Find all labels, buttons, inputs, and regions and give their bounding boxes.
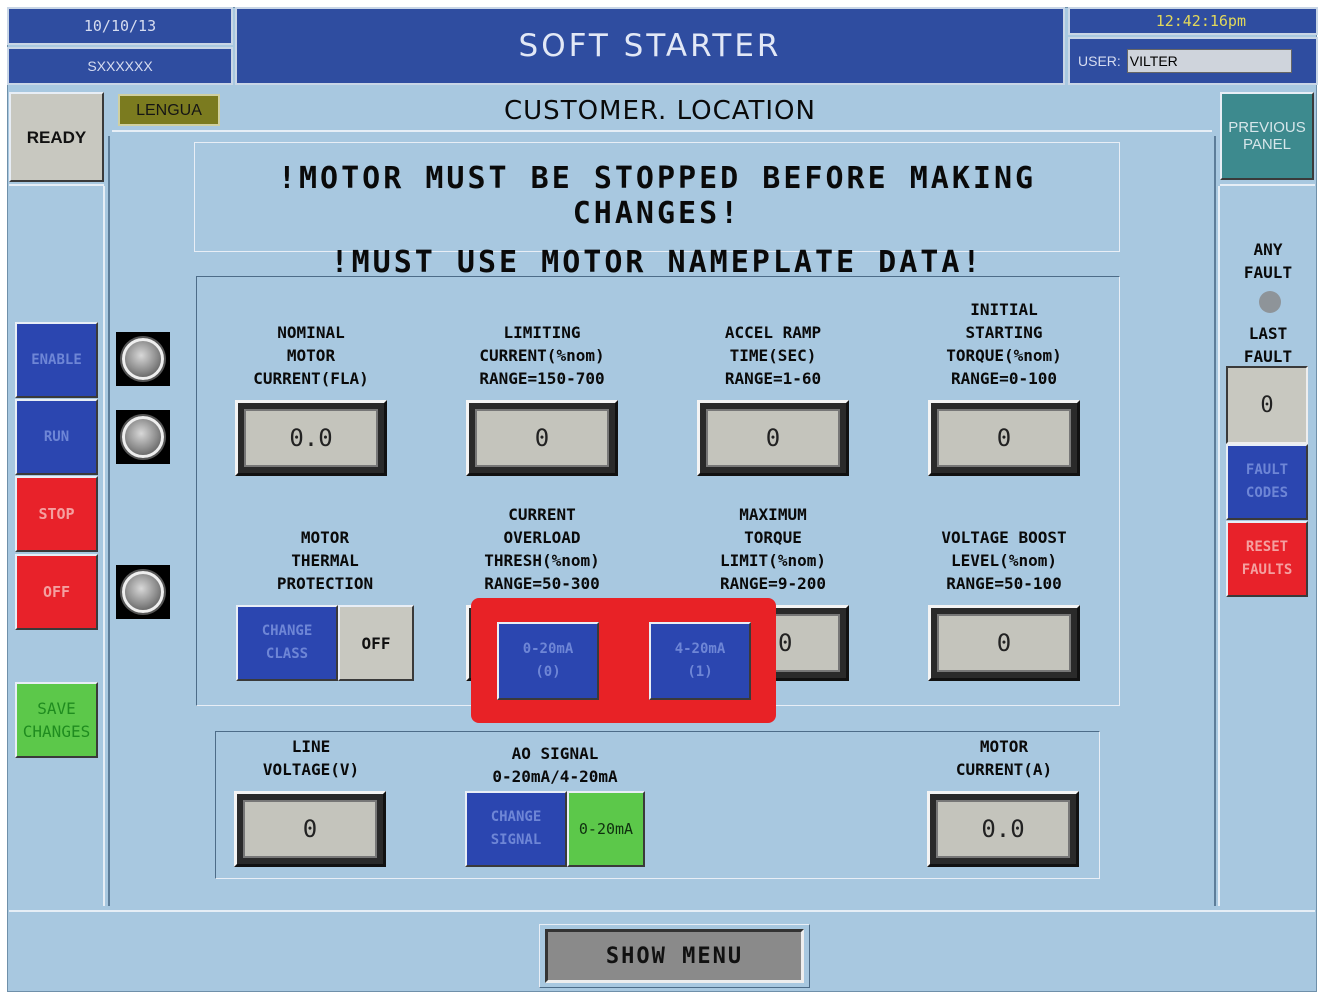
ao-signal-label: AO SIGNAL 0-20mA/4-20mA	[492, 744, 618, 786]
divider	[108, 136, 110, 906]
date-display: 10/10/13	[7, 7, 233, 45]
initial-torque-field[interactable]: 0	[928, 400, 1080, 476]
last-fault-label: LAST FAULT	[1243, 324, 1293, 366]
motor-current-field: 0.0	[927, 791, 1079, 867]
overload-threshold-label: CURRENT OVERLOAD THRESH(%nom) RANGE=50-3…	[484, 505, 600, 593]
divider	[1220, 184, 1315, 186]
language-button[interactable]: LENGUA	[118, 94, 220, 126]
reset-faults-button[interactable]: RESET FAULTS	[1226, 521, 1308, 597]
user-label: USER:	[1078, 53, 1121, 69]
user-panel: USER: VILTER	[1068, 37, 1318, 85]
line-voltage-label: LINE VOLTAGE(V)	[262, 737, 360, 779]
show-menu-button[interactable]: SHOW MENU	[545, 929, 804, 983]
previous-panel-button[interactable]: PREVIOUS PANEL	[1220, 92, 1314, 180]
run-indicator-light	[116, 410, 170, 464]
thermal-class-value: OFF	[338, 605, 414, 681]
line-voltage-field: 0	[234, 791, 386, 867]
warning-panel: !MOTOR MUST BE STOPPED BEFORE MAKING CHA…	[194, 142, 1120, 280]
limiting-current-field[interactable]: 0	[466, 400, 618, 476]
indicator-lamp-icon	[122, 571, 164, 613]
screen-title: SOFT STARTER	[235, 7, 1065, 85]
accel-ramp-label: ACCEL RAMP TIME(SEC) RANGE=1-60	[724, 323, 822, 388]
divider	[1218, 186, 1220, 906]
thermal-protection-label: MOTOR THERMAL PROTECTION	[276, 528, 374, 593]
option-0-20ma-button[interactable]: 0-20mA (0)	[497, 622, 599, 700]
serial-number: SXXXXXX	[7, 47, 233, 85]
fault-codes-button[interactable]: FAULT CODES	[1226, 444, 1308, 520]
accel-ramp-field[interactable]: 0	[697, 400, 849, 476]
save-changes-button[interactable]: SAVE CHANGES	[15, 682, 98, 758]
nominal-current-label: NOMINAL MOTOR CURRENT(FLA)	[253, 323, 369, 388]
divider	[103, 186, 105, 906]
signal-select-popup: 0-20mA (0) 4-20mA (1)	[471, 598, 776, 723]
enable-button[interactable]: ENABLE	[15, 322, 98, 398]
voltage-boost-field[interactable]: 0	[928, 605, 1080, 681]
ao-signal-value: 0-20mA	[567, 791, 645, 867]
nominal-current-field[interactable]: 0.0	[235, 400, 387, 476]
indicator-lamp-icon	[122, 338, 164, 380]
change-class-button[interactable]: CHANGE CLASS	[236, 605, 338, 681]
option-4-20ma-button[interactable]: 4-20mA (1)	[649, 622, 751, 700]
limiting-current-label: LIMITING CURRENT(%nom) RANGE=150-700	[479, 323, 605, 388]
any-fault-indicator	[1259, 291, 1281, 313]
indicator-lamp-icon	[122, 416, 164, 458]
motor-current-label: MOTOR CURRENT(A)	[955, 737, 1053, 779]
max-torque-label: MAXIMUM TORQUE LIMIT(%nom) RANGE=9-200	[720, 505, 826, 593]
off-button[interactable]: OFF	[15, 554, 98, 630]
ready-status: READY	[9, 92, 104, 182]
user-field[interactable]: VILTER	[1126, 49, 1292, 73]
any-fault-label: ANY FAULT	[1243, 240, 1293, 282]
stop-button[interactable]: STOP	[15, 476, 98, 552]
run-button[interactable]: RUN	[15, 399, 98, 475]
voltage-boost-label: VOLTAGE BOOST LEVEL(%nom) RANGE=50-100	[941, 528, 1067, 593]
location-title: CUSTOMER. LOCATION	[504, 96, 816, 126]
enable-indicator-light	[116, 332, 170, 386]
divider	[112, 130, 1212, 132]
warning-line-1: !MOTOR MUST BE STOPPED BEFORE MAKING CHA…	[277, 161, 1037, 231]
clock-display: 12:42:16pm	[1068, 7, 1318, 35]
off-indicator-light	[116, 565, 170, 619]
last-fault-value: 0	[1226, 366, 1308, 444]
divider	[9, 184, 104, 186]
divider	[9, 910, 1315, 912]
warning-line-2: !MUST USE MOTOR NAMEPLATE DATA!	[330, 245, 984, 280]
initial-torque-label: INITIAL STARTING TORQUE(%nom) RANGE=0-10…	[946, 300, 1062, 388]
change-signal-button[interactable]: CHANGE SIGNAL	[465, 791, 567, 867]
